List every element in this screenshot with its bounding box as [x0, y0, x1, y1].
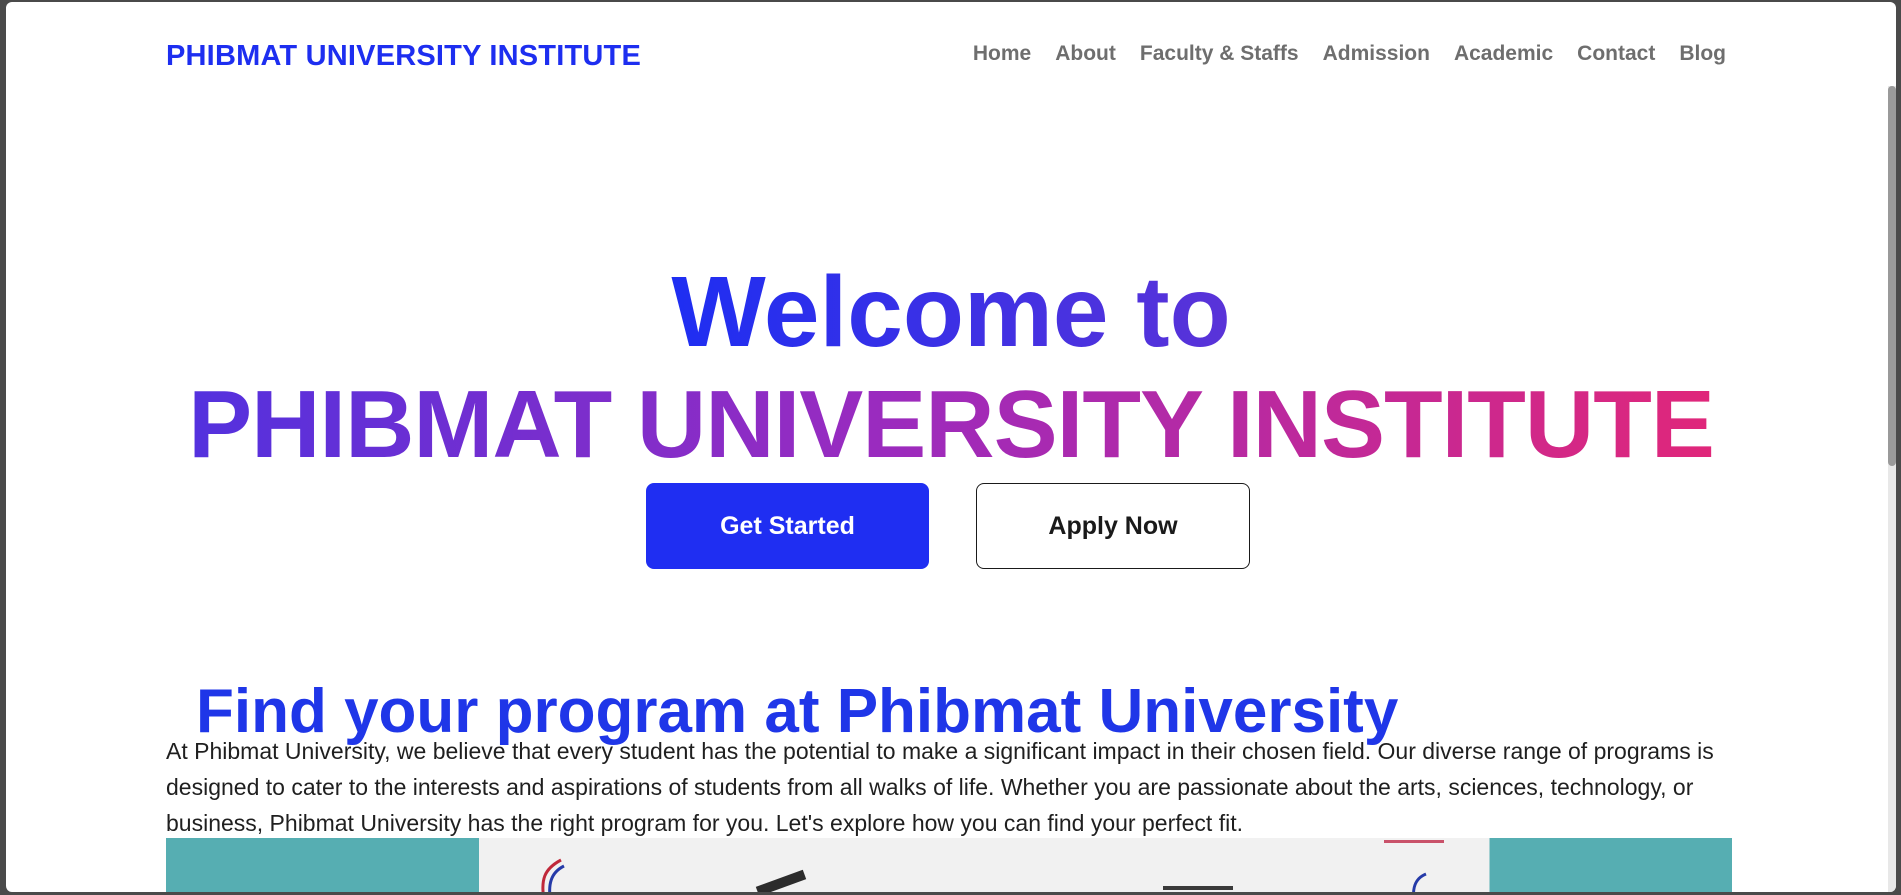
hero-heading-welcome-text: Welcome to [671, 256, 1231, 368]
nav-link-home[interactable]: Home [973, 42, 1031, 66]
nav-link-about[interactable]: About [1055, 42, 1116, 66]
nav-link-faculty[interactable]: Faculty & Staffs [1140, 42, 1299, 66]
get-started-button[interactable]: Get Started [646, 483, 929, 569]
image-swoosh-right [1412, 872, 1427, 892]
hero-heading-welcome: Welcome to [6, 257, 1896, 367]
navbar: PHIBMAT UNIVERSITY INSTITUTE Home About … [166, 2, 1726, 112]
programs-description: At Phibmat University, we believe that e… [166, 738, 1714, 836]
campus-image-artwork [541, 840, 1444, 892]
nav-links: Home About Faculty & Staffs Admission Ac… [973, 42, 1726, 66]
nav-link-contact[interactable]: Contact [1577, 42, 1655, 66]
image-object-1 [755, 869, 807, 892]
nav-link-academic[interactable]: Academic [1454, 42, 1553, 66]
apply-now-button[interactable]: Apply Now [976, 483, 1250, 569]
image-object-2 [1163, 886, 1233, 890]
image-swoosh-left-blue [548, 864, 565, 892]
browser-window: PHIBMAT UNIVERSITY INSTITUTE Home About … [6, 2, 1896, 892]
hero-heading-institute: PHIBMAT UNIVERSITY INSTITUTE [6, 370, 1896, 480]
page-scrollbar-thumb[interactable] [1888, 86, 1896, 466]
nav-link-blog[interactable]: Blog [1679, 42, 1726, 66]
image-object-3 [1384, 840, 1444, 843]
campus-image [166, 838, 1732, 892]
hero-heading-institute-text: PHIBMAT UNIVERSITY INSTITUTE [188, 371, 1715, 479]
nav-link-admission[interactable]: Admission [1323, 42, 1430, 66]
brand-logo[interactable]: PHIBMAT UNIVERSITY INSTITUTE [166, 40, 641, 73]
